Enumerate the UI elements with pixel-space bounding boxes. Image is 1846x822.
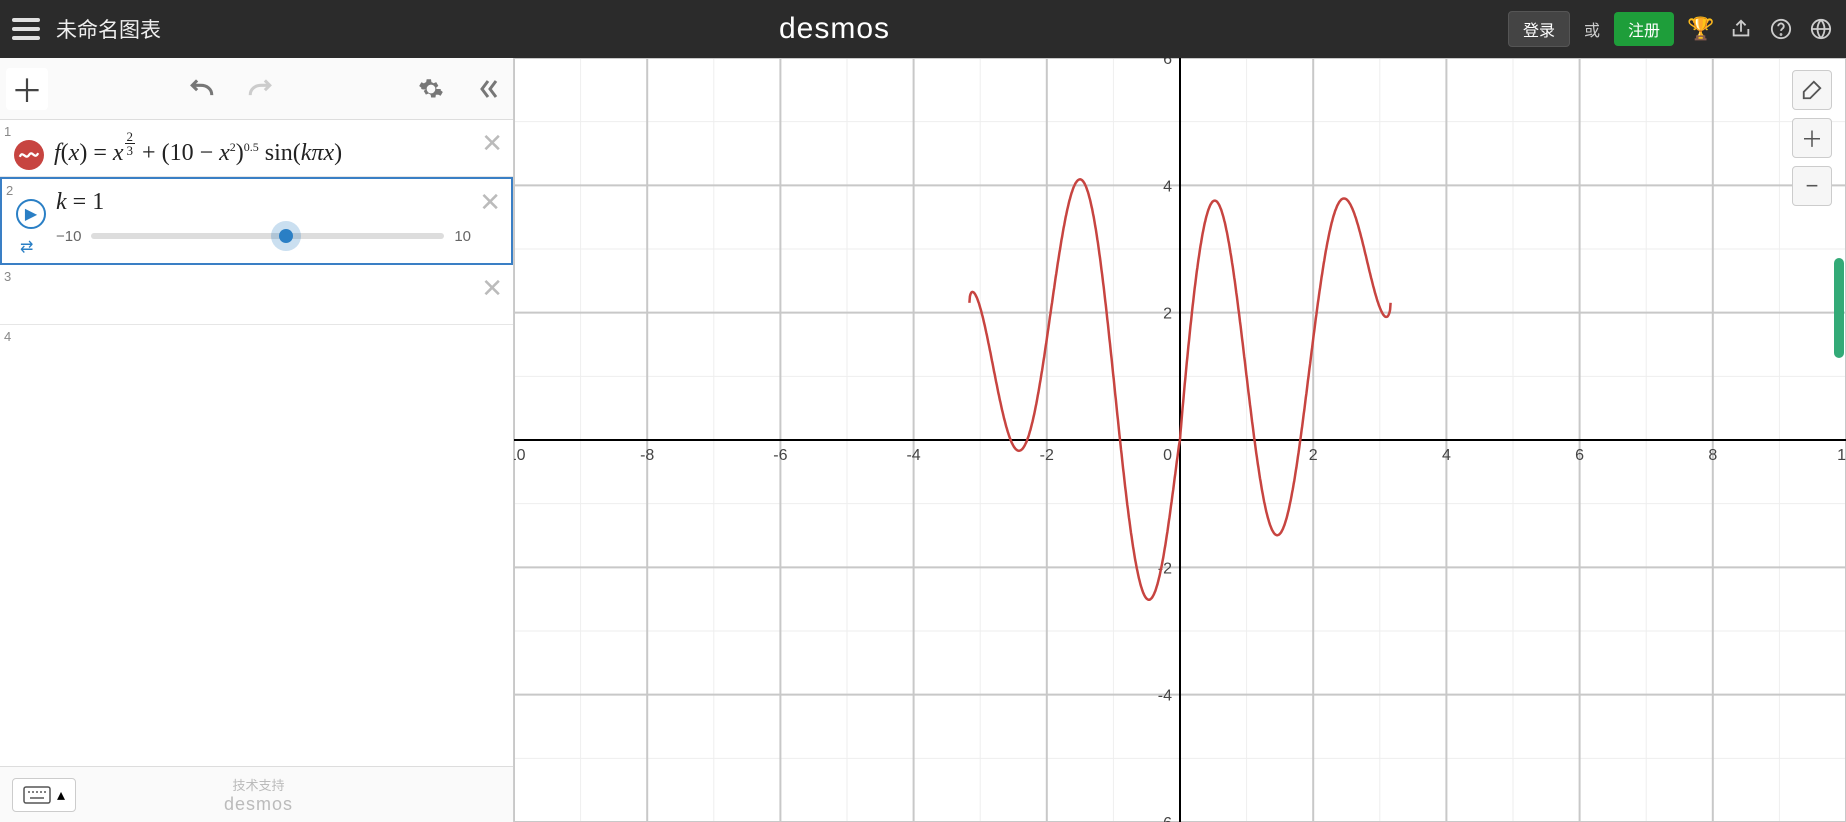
graph-controls: ＋ − bbox=[1792, 70, 1832, 206]
svg-text:10: 10 bbox=[1837, 447, 1846, 464]
svg-text:2: 2 bbox=[1309, 447, 1318, 464]
row-index: 4 bbox=[4, 329, 11, 344]
expression-latex[interactable]: f(x) = x23 + (10 − x2)0.5 sin(kπx) bbox=[54, 130, 473, 166]
register-button[interactable]: 注册 bbox=[1614, 12, 1674, 46]
app-header: 未命名图表 desmos 登录 或 注册 🏆 bbox=[0, 0, 1846, 58]
powered-by: 技术支持 desmos bbox=[76, 775, 441, 815]
svg-text:-2: -2 bbox=[1040, 447, 1054, 464]
zoom-in-button[interactable]: ＋ bbox=[1792, 118, 1832, 158]
undo-icon[interactable] bbox=[184, 71, 220, 107]
expression-row-1[interactable]: 1 ✕ f(x) = x23 + (10 − x2)0.5 sin(kπx) bbox=[0, 120, 513, 177]
graph-title[interactable]: 未命名图表 bbox=[56, 14, 161, 44]
expression-panel: ＋ 1 bbox=[0, 58, 514, 822]
help-icon[interactable] bbox=[1768, 16, 1794, 42]
close-icon[interactable]: ✕ bbox=[481, 128, 503, 159]
svg-text:0: 0 bbox=[1163, 447, 1172, 464]
play-slider-icon[interactable]: ▶ bbox=[16, 199, 46, 229]
graph-settings-icon[interactable] bbox=[1792, 70, 1832, 110]
expression-list: 1 ✕ f(x) = x23 + (10 − x2)0.5 sin(kπx) 2… bbox=[0, 120, 513, 766]
svg-text:-10: -10 bbox=[514, 447, 526, 464]
svg-text:-4: -4 bbox=[1158, 688, 1172, 705]
row-index: 1 bbox=[4, 124, 11, 139]
svg-text:-4: -4 bbox=[906, 447, 920, 464]
add-expression-button[interactable]: ＋ bbox=[6, 68, 48, 110]
svg-text:6: 6 bbox=[1575, 447, 1584, 464]
slider-thumb[interactable] bbox=[279, 229, 293, 243]
brand-logo: desmos bbox=[175, 12, 1494, 46]
row-index: 2 bbox=[6, 183, 13, 198]
or-label: 或 bbox=[1584, 17, 1600, 41]
slider-track[interactable] bbox=[91, 233, 444, 239]
language-icon[interactable] bbox=[1808, 16, 1834, 42]
panel-footer: ▴ 技术支持 desmos bbox=[0, 766, 513, 822]
svg-text:4: 4 bbox=[1442, 447, 1451, 464]
expression-row-4[interactable]: 4 bbox=[0, 325, 513, 385]
login-button[interactable]: 登录 bbox=[1508, 11, 1570, 47]
scrollbar-vertical[interactable] bbox=[1834, 258, 1844, 358]
expression-row-3[interactable]: 3 ✕ bbox=[0, 265, 513, 325]
header-left: 未命名图表 bbox=[12, 14, 161, 44]
header-right: 登录 或 注册 🏆 bbox=[1508, 11, 1834, 47]
svg-text:-6: -6 bbox=[1158, 815, 1172, 822]
main-area: ＋ 1 bbox=[0, 58, 1846, 822]
redo-icon[interactable] bbox=[242, 71, 278, 107]
expression-toolbar: ＋ bbox=[0, 58, 513, 120]
slider-max-label[interactable]: 10 bbox=[454, 228, 471, 245]
graph-canvas[interactable]: -10-8-6-4-2246810-6-4-22460 bbox=[514, 58, 1846, 822]
trophy-icon[interactable]: 🏆 bbox=[1688, 16, 1714, 42]
collapse-panel-icon[interactable] bbox=[471, 71, 507, 107]
chevron-up-icon: ▴ bbox=[57, 785, 65, 805]
expression-row-2[interactable]: 2 ▶ ⇄ ✕ k = 1 −10 10 bbox=[0, 177, 513, 264]
svg-text:6: 6 bbox=[1163, 58, 1172, 68]
graph-area[interactable]: -10-8-6-4-2246810-6-4-22460 ＋ − bbox=[514, 58, 1846, 822]
slider-control[interactable]: −10 10 bbox=[56, 228, 471, 245]
color-swatch-icon[interactable] bbox=[14, 140, 44, 170]
slider-min-label[interactable]: −10 bbox=[56, 228, 81, 245]
svg-text:4: 4 bbox=[1163, 178, 1172, 195]
row-index: 3 bbox=[4, 269, 11, 284]
svg-text:-8: -8 bbox=[640, 447, 654, 464]
zoom-out-button[interactable]: − bbox=[1792, 166, 1832, 206]
share-icon[interactable] bbox=[1728, 16, 1754, 42]
svg-text:-6: -6 bbox=[773, 447, 787, 464]
loop-mode-icon[interactable]: ⇄ bbox=[20, 237, 33, 257]
settings-icon[interactable] bbox=[413, 71, 449, 107]
close-icon[interactable]: ✕ bbox=[479, 187, 501, 218]
slider-variable-display[interactable]: k = 1 bbox=[56, 189, 471, 215]
menu-icon[interactable] bbox=[12, 18, 40, 40]
svg-text:2: 2 bbox=[1163, 306, 1172, 323]
svg-text:8: 8 bbox=[1708, 447, 1717, 464]
keyboard-toggle-button[interactable]: ▴ bbox=[12, 778, 76, 812]
close-icon[interactable]: ✕ bbox=[481, 273, 503, 304]
